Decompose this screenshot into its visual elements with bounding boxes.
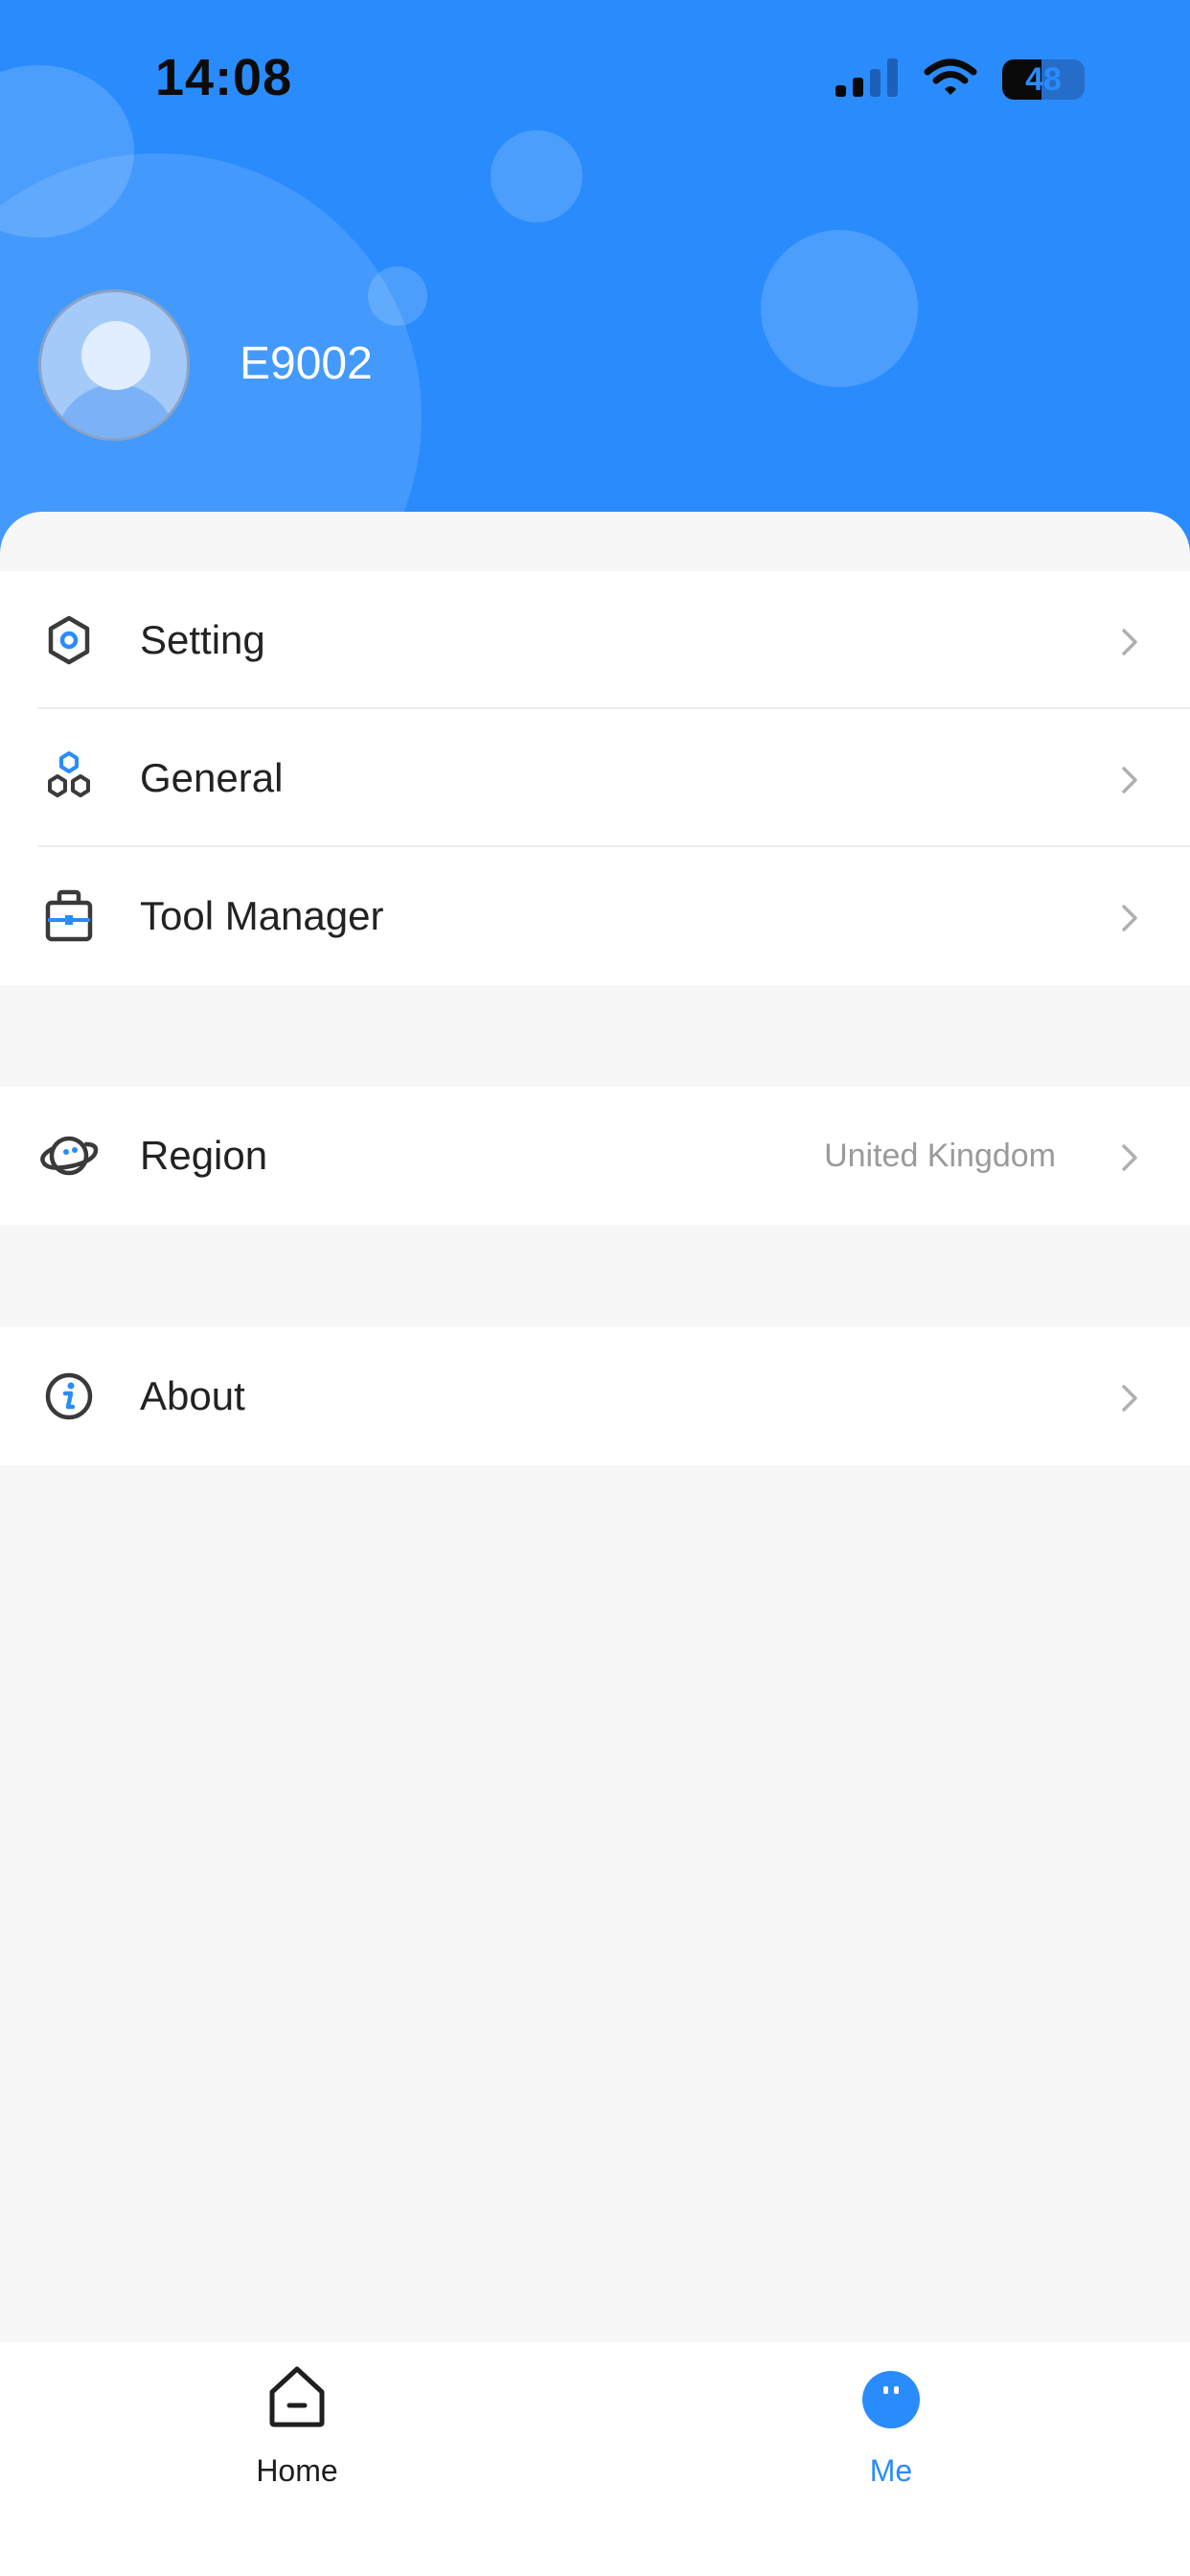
battery-icon: 48 xyxy=(1002,59,1085,100)
menu-item-label: Region xyxy=(140,1133,268,1178)
menu-item-label: General xyxy=(140,755,284,800)
tab-bar: Home Me xyxy=(0,2342,1190,2576)
toolbox-icon xyxy=(36,887,102,945)
menu-item-label: Tool Manager xyxy=(140,893,384,938)
battery-level: 48 xyxy=(1025,60,1062,98)
info-icon xyxy=(36,1368,102,1425)
menu-group-region: Region United Kingdom xyxy=(0,1087,1190,1225)
tab-label: Me xyxy=(869,2453,913,2488)
chevron-right-icon xyxy=(1110,899,1148,937)
menu-item-label: About xyxy=(140,1373,245,1418)
hexagons-cluster-icon xyxy=(36,749,102,807)
chevron-right-icon xyxy=(1110,761,1148,799)
decorative-bubble xyxy=(491,130,583,222)
region-value: United Kingdom xyxy=(824,1137,1056,1174)
avatar[interactable] xyxy=(38,289,190,441)
me-face-icon xyxy=(860,2363,922,2430)
chevron-right-icon xyxy=(1110,1379,1148,1417)
tab-label: Home xyxy=(256,2453,338,2488)
status-icons: 48 xyxy=(835,56,1085,104)
chevron-right-icon xyxy=(1110,1138,1148,1177)
menu-item-tool-manager[interactable]: Tool Manager xyxy=(0,847,1190,985)
profile-header: 14:08 48 E9002 xyxy=(0,0,1190,575)
menu-item-about[interactable]: About xyxy=(0,1327,1190,1465)
decorative-bubble xyxy=(761,230,918,387)
status-time: 14:08 xyxy=(155,49,293,106)
decorative-bubble xyxy=(368,266,427,326)
tab-home[interactable]: Home xyxy=(201,2361,393,2505)
menu-item-region[interactable]: Region United Kingdom xyxy=(0,1087,1190,1225)
hexagon-gear-icon xyxy=(36,611,102,669)
menu-item-general[interactable]: General xyxy=(0,709,1190,847)
home-icon xyxy=(266,2363,328,2430)
menu-item-label: Setting xyxy=(140,617,265,662)
planet-icon xyxy=(36,1127,102,1184)
menu-group-about: About xyxy=(0,1327,1190,1465)
menu-item-setting[interactable]: Setting xyxy=(0,571,1190,709)
username: E9002 xyxy=(240,338,373,389)
cellular-signal-icon xyxy=(835,58,899,102)
wifi-icon xyxy=(924,58,977,102)
tab-me[interactable]: Me xyxy=(795,2361,987,2505)
chevron-right-icon xyxy=(1110,623,1148,661)
menu-group-main: Setting General Tool Manager xyxy=(0,571,1190,985)
